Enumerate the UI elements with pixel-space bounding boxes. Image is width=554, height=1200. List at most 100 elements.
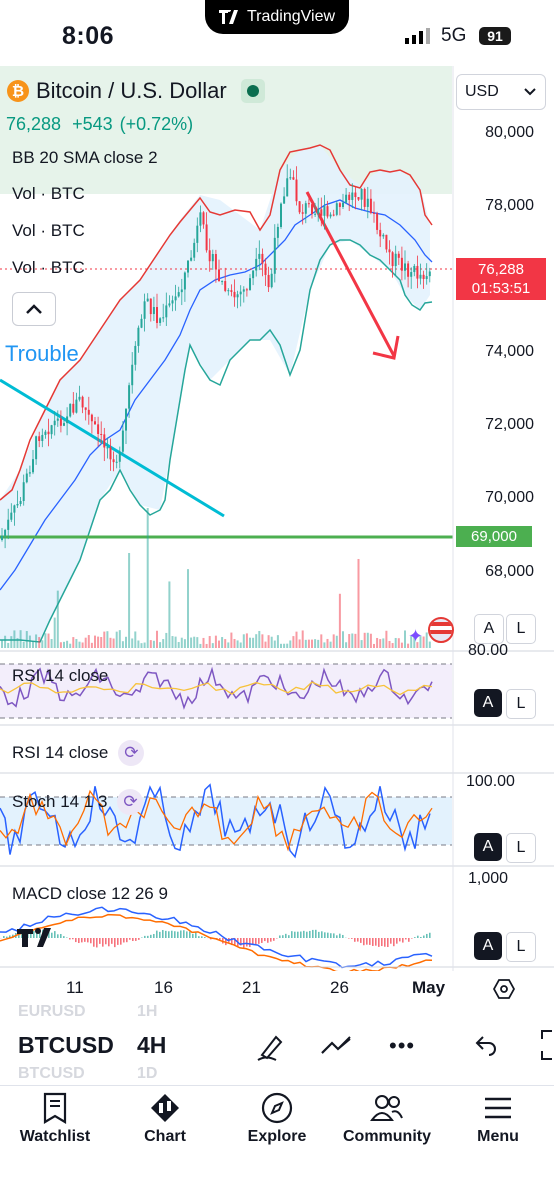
log-scale-button[interactable]: L xyxy=(506,932,536,962)
sparkle-icon[interactable]: ✦ xyxy=(408,626,423,647)
auto-scale-button[interactable]: A xyxy=(474,614,504,644)
volume-bar xyxy=(305,640,307,648)
macd-line xyxy=(0,907,432,967)
macd-hist-bar xyxy=(261,938,263,943)
volume-bar xyxy=(4,636,6,648)
candle-body xyxy=(317,209,319,214)
chart-settings-icon[interactable] xyxy=(493,978,515,1000)
volume-bar xyxy=(97,637,99,648)
candle-body xyxy=(283,196,285,203)
collapse-legend-button[interactable] xyxy=(12,292,56,326)
macd-hist-bar xyxy=(396,938,398,944)
macd-hist-bar xyxy=(384,938,386,947)
candle-body xyxy=(29,472,31,473)
volume-bar xyxy=(190,638,192,648)
macd-hist-bar xyxy=(294,932,296,938)
interval-selector[interactable]: 4H xyxy=(137,1032,166,1059)
nav-watchlist[interactable]: Watchlist xyxy=(0,1086,110,1146)
candle-body xyxy=(94,421,96,424)
volume-bar xyxy=(373,644,375,648)
indicator-rsi[interactable]: RSI 14 close xyxy=(12,666,108,686)
auto-scale-button[interactable]: A xyxy=(474,932,502,960)
fullscreen-icon[interactable] xyxy=(538,1029,554,1061)
nav-watchlist-label: Watchlist xyxy=(0,1128,110,1146)
volume-bar xyxy=(227,642,229,648)
symbol-legend[interactable]: ₿ Bitcoin / U.S. Dollar xyxy=(6,78,265,104)
macd-hist-bar xyxy=(165,931,167,938)
indicator-stoch[interactable]: Stoch 14 1 3 ⟳ xyxy=(12,789,143,815)
candle-body xyxy=(162,317,164,318)
indicator-vol-2[interactable]: Vol · BTC xyxy=(12,221,85,241)
us-flag-icon[interactable] xyxy=(428,617,454,643)
candle-body xyxy=(63,423,65,426)
more-options-icon[interactable]: ••• xyxy=(389,1033,415,1059)
macd-hist-bar xyxy=(405,938,407,939)
volume-bar xyxy=(48,634,50,648)
bottom-nav: Watchlist Chart Explore Community Menu xyxy=(0,1085,554,1200)
candle-body xyxy=(354,193,356,198)
indicator-rsi-collapsed[interactable]: RSI 14 close ⟳ xyxy=(12,740,144,766)
log-scale-button[interactable]: L xyxy=(506,833,536,863)
trouble-annotation[interactable]: Trouble xyxy=(5,341,79,367)
candle-body xyxy=(125,409,127,431)
candle-body xyxy=(172,300,174,303)
log-scale-button[interactable]: L xyxy=(506,689,536,719)
macd-hist-bar xyxy=(315,930,317,938)
indicator-bb[interactable]: BB 20 SMA close 2 xyxy=(12,148,158,168)
currency-label: USD xyxy=(465,83,499,101)
candle-body xyxy=(85,407,87,409)
currency-button[interactable]: USD xyxy=(456,74,546,110)
auto-scale-button[interactable]: A xyxy=(474,689,502,717)
macd-hist-bar xyxy=(135,938,137,941)
nav-menu[interactable]: Menu xyxy=(443,1086,553,1146)
symbol-title: Bitcoin / U.S. Dollar xyxy=(36,78,227,104)
volume-bar xyxy=(376,638,378,648)
volume-bar xyxy=(119,630,121,648)
macd-hist-bar xyxy=(198,936,200,938)
log-scale-button[interactable]: L xyxy=(506,614,536,644)
volume-bar xyxy=(224,639,226,648)
volume-bar xyxy=(367,633,369,648)
macd-hist-bar xyxy=(171,931,173,938)
auto-scale-button[interactable]: A xyxy=(474,833,502,861)
symbol-selector[interactable]: BTCUSD xyxy=(18,1032,114,1059)
macd-hist-bar xyxy=(63,936,65,938)
macd-hist-bar xyxy=(258,938,260,944)
nav-community[interactable]: Community xyxy=(332,1086,442,1146)
macd-hist-bar xyxy=(204,937,206,938)
candle-body xyxy=(10,513,12,520)
macd-hist-bar xyxy=(366,938,368,945)
candle-body xyxy=(113,459,115,462)
nav-explore[interactable]: Explore xyxy=(222,1086,332,1146)
candle-body xyxy=(299,201,301,212)
candle-body xyxy=(392,252,394,266)
bitcoin-icon: ₿ xyxy=(6,79,30,103)
indicator-vol-1[interactable]: Vol · BTC xyxy=(12,184,85,204)
indicators-icon[interactable] xyxy=(320,1033,354,1057)
candle-body xyxy=(370,199,372,213)
drawing-tool-icon[interactable] xyxy=(256,1031,286,1061)
refresh-icon[interactable]: ⟳ xyxy=(117,789,143,815)
candle-body xyxy=(181,289,183,292)
macd-hist-bar xyxy=(387,938,389,947)
macd-hist-bar xyxy=(243,938,245,948)
undo-icon[interactable] xyxy=(474,1034,498,1056)
volume-bar xyxy=(147,508,149,648)
volume-bar xyxy=(333,634,335,648)
candle-body xyxy=(224,281,226,291)
macd-hist-bar xyxy=(90,938,92,943)
candle-body xyxy=(308,203,310,204)
candle-body xyxy=(184,273,186,290)
last-price-tag-price: 76,288 xyxy=(462,260,540,279)
volume-bar xyxy=(237,640,239,648)
volume-bar xyxy=(283,644,285,648)
candle-body xyxy=(134,346,136,365)
indicator-macd[interactable]: MACD close 12 26 9 xyxy=(12,884,168,904)
refresh-icon[interactable]: ⟳ xyxy=(118,740,144,766)
volume-bar xyxy=(255,634,257,648)
price-change: +543 xyxy=(72,114,113,134)
volume-bar xyxy=(292,636,294,648)
volume-bar xyxy=(178,642,180,648)
nav-chart[interactable]: Chart xyxy=(110,1086,220,1146)
indicator-vol-3[interactable]: Vol · BTC xyxy=(12,258,85,278)
